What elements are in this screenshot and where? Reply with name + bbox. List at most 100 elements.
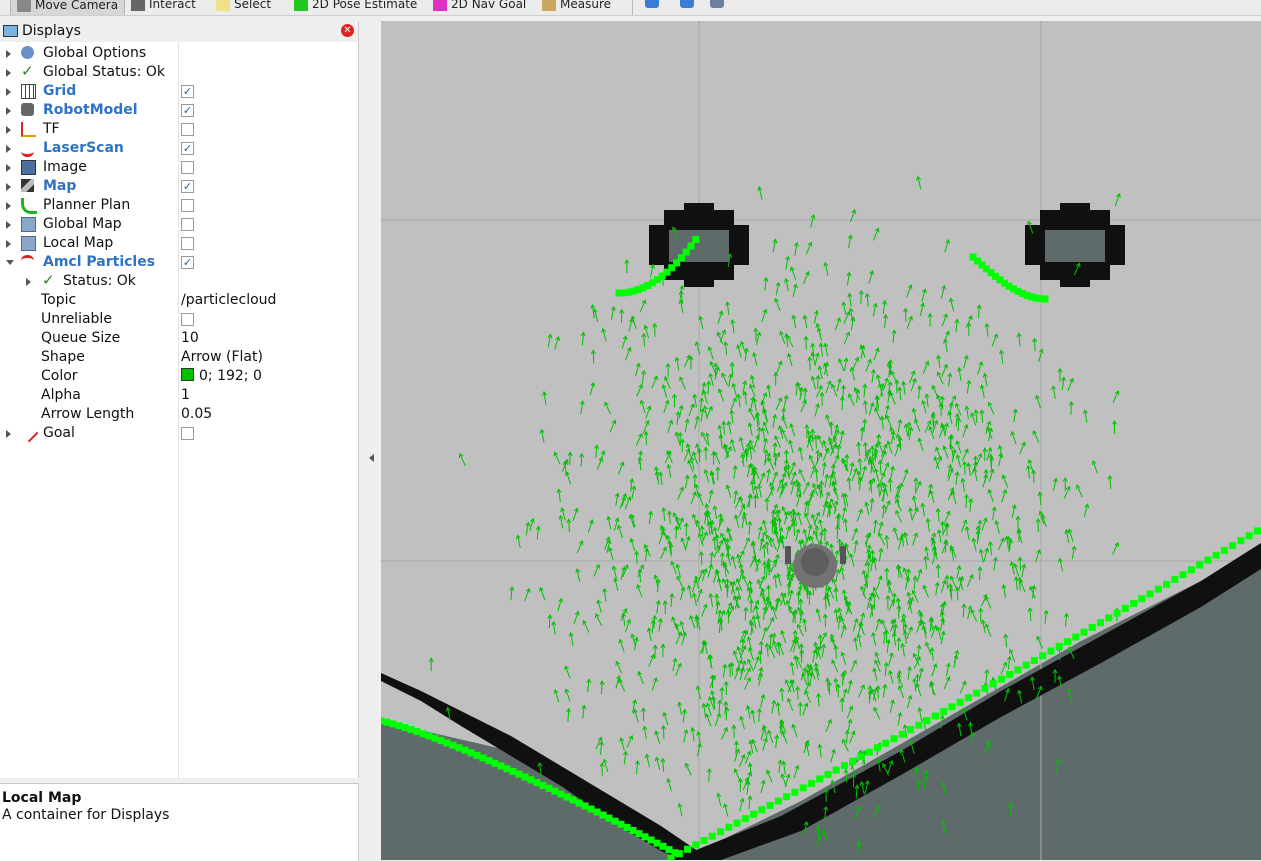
laser-point <box>540 782 547 789</box>
enable-checkbox[interactable] <box>181 161 194 174</box>
description-text: A container for Displays <box>2 807 169 823</box>
row-value[interactable]: /particlecloud <box>181 291 276 310</box>
enable-checkbox[interactable]: ✓ <box>181 142 194 155</box>
enable-checkbox[interactable]: ✓ <box>181 104 194 117</box>
particle-arrow <box>759 709 760 722</box>
display-row-tf[interactable]: TF <box>0 120 358 139</box>
map-canvas[interactable] <box>381 21 1261 860</box>
property-row-color[interactable]: Color0; 192; 0 <box>0 367 358 386</box>
display-row-map[interactable]: Map✓ <box>0 177 358 196</box>
expand-right-icon[interactable] <box>6 145 11 153</box>
expand-right-icon[interactable] <box>6 126 11 134</box>
toolbar-separator <box>632 0 633 15</box>
display-row-global-options[interactable]: Global Options <box>0 44 358 63</box>
expand-right-icon[interactable] <box>6 202 11 210</box>
particle-arrow <box>818 376 819 389</box>
tool-interact[interactable]: Interact <box>131 0 196 14</box>
expand-right-icon[interactable] <box>6 221 11 229</box>
row-value[interactable]: 0; 192; 0 <box>181 367 262 386</box>
tool-measure[interactable]: Measure <box>542 0 611 14</box>
laser-point <box>1056 643 1063 650</box>
expand-right-icon[interactable] <box>26 278 31 286</box>
particle-arrow <box>947 576 948 589</box>
laser-point <box>965 694 972 701</box>
laser-point <box>1147 590 1154 597</box>
particle-arrow <box>549 615 550 628</box>
particle-arrow <box>764 545 765 558</box>
expand-right-icon[interactable] <box>6 107 11 115</box>
color-swatch[interactable] <box>181 368 194 381</box>
property-row-shape[interactable]: Shape Arrow (Flat) <box>0 348 358 367</box>
laser-point <box>684 846 691 853</box>
enable-checkbox[interactable]: ✓ <box>181 85 194 98</box>
display-row-laserscan[interactable]: LaserScan✓ <box>0 139 358 158</box>
enable-checkbox[interactable] <box>181 237 194 250</box>
row-value[interactable]: Arrow (Flat) <box>181 348 263 367</box>
enable-checkbox[interactable] <box>181 199 194 212</box>
expand-right-icon[interactable] <box>6 50 11 58</box>
close-icon[interactable]: ✕ <box>341 24 354 37</box>
laser-point <box>510 768 517 775</box>
laser-point <box>444 739 451 746</box>
property-row-alpha[interactable]: Alpha1 <box>0 386 358 405</box>
interact-icon <box>131 0 145 11</box>
display-row-global-status-ok[interactable]: ✓Global Status: Ok <box>0 63 358 82</box>
row-label: Shape <box>41 348 85 367</box>
display-row-status-ok[interactable]: ✓Status: Ok <box>0 272 358 291</box>
expand-right-icon[interactable] <box>6 430 11 438</box>
laser-point <box>630 827 637 834</box>
tool-2d-pose-estimate[interactable]: 2D Pose Estimate <box>294 0 417 14</box>
display-row-robotmodel[interactable]: RobotModel✓ <box>0 101 358 120</box>
render-view[interactable] <box>381 21 1261 860</box>
row-value[interactable]: 10 <box>181 329 199 348</box>
display-row-local-map[interactable]: Local Map <box>0 234 358 253</box>
property-row-topic[interactable]: Topic/particlecloud <box>0 291 358 310</box>
display-row-global-map[interactable]: Global Map <box>0 215 358 234</box>
expand-right-icon[interactable] <box>6 164 11 172</box>
display-row-grid[interactable]: Grid✓ <box>0 82 358 101</box>
property-row-unreliable[interactable]: Unreliable <box>0 310 358 329</box>
enable-checkbox[interactable] <box>181 313 194 326</box>
laser-point <box>725 824 732 831</box>
tool-2d-nav-goal[interactable]: 2D Nav Goal <box>433 0 526 14</box>
laser-point <box>582 802 589 809</box>
laser-point <box>408 726 415 733</box>
display-row-planner-plan[interactable]: Planner Plan <box>0 196 358 215</box>
particle-arrow <box>695 475 696 488</box>
laser-point <box>783 793 790 800</box>
expand-right-icon[interactable] <box>6 183 11 191</box>
property-row-arrow-length[interactable]: Arrow Length0.05 <box>0 405 358 424</box>
enable-checkbox[interactable] <box>181 218 194 231</box>
camera-icon[interactable] <box>710 0 724 8</box>
enable-checkbox[interactable] <box>181 123 194 136</box>
laser-point <box>570 797 577 804</box>
enable-checkbox[interactable] <box>181 427 194 440</box>
display-row-image[interactable]: Image <box>0 158 358 177</box>
row-value-text: 0; 192; 0 <box>199 368 262 384</box>
property-row-queue-size[interactable]: Queue Size10 <box>0 329 358 348</box>
plus-icon[interactable] <box>645 0 659 8</box>
tool-move-camera[interactable]: Move Camera <box>10 0 125 16</box>
pose-estimate-icon <box>294 0 308 11</box>
expand-right-icon[interactable] <box>6 240 11 248</box>
laser-point <box>899 731 906 738</box>
expand-down-icon[interactable] <box>6 260 14 265</box>
minus-icon[interactable] <box>680 0 694 8</box>
enable-checkbox[interactable]: ✓ <box>181 180 194 193</box>
expand-right-icon[interactable] <box>6 88 11 96</box>
tool-select[interactable]: Select <box>216 0 271 14</box>
display-row-amcl-particles[interactable]: Amcl Particles ✓ <box>0 253 358 272</box>
enable-checkbox[interactable]: ✓ <box>181 256 194 269</box>
row-value[interactable]: 1 <box>181 386 190 405</box>
particle-arrow <box>933 412 934 425</box>
particle-arrow <box>1034 339 1035 352</box>
laser-point <box>1064 638 1071 645</box>
gear-icon <box>21 46 34 59</box>
collapse-arrow-icon[interactable] <box>369 454 374 462</box>
row-value[interactable]: 0.05 <box>181 405 212 424</box>
panel-splitter[interactable] <box>359 21 381 860</box>
expand-right-icon[interactable] <box>6 69 11 77</box>
display-row-goal[interactable]: Goal <box>0 424 358 443</box>
laser-point <box>824 771 831 778</box>
row-label: Amcl Particles <box>43 253 155 272</box>
